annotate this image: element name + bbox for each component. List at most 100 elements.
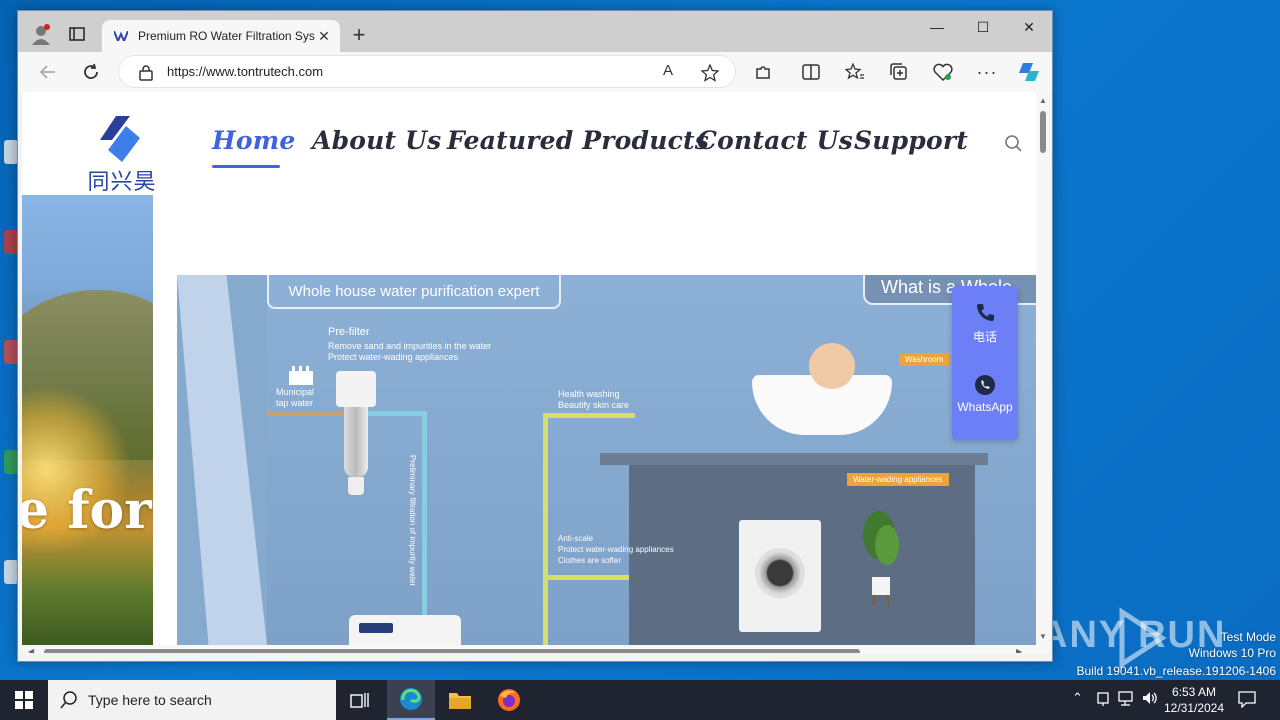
collections-icon[interactable] bbox=[884, 52, 914, 92]
minimize-button[interactable]: — bbox=[914, 11, 960, 43]
edge-taskbar-button[interactable] bbox=[387, 680, 435, 720]
browser-toolbar: https://www.tontrutech.com A ··· bbox=[18, 52, 1052, 92]
lock-icon[interactable] bbox=[139, 65, 153, 81]
municipal-building-icon bbox=[289, 366, 313, 385]
antiscale-line-1: Anti-scale bbox=[558, 534, 594, 543]
new-tab-button[interactable]: + bbox=[348, 22, 370, 47]
blue-pipe-v bbox=[422, 411, 427, 645]
anyrun-logo: ANY RUN bbox=[1040, 606, 1240, 670]
network-device-icon[interactable] bbox=[1096, 690, 1110, 709]
baby-image bbox=[809, 343, 855, 389]
url-text[interactable]: https://www.tontrutech.com bbox=[167, 64, 323, 79]
split-screen-icon[interactable] bbox=[796, 52, 826, 92]
taskbar-search-placeholder: Type here to search bbox=[88, 692, 212, 708]
yellow-pipe-h1 bbox=[543, 413, 635, 418]
back-icon[interactable] bbox=[32, 52, 62, 92]
volume-icon[interactable] bbox=[1142, 690, 1158, 709]
scroll-left-arrow-icon[interactable]: ◀ bbox=[28, 647, 34, 653]
counter-top bbox=[600, 453, 988, 465]
antiscale-line-3: Clothes are softer bbox=[558, 556, 622, 565]
tab-actions-icon bbox=[69, 27, 85, 41]
nav-featured-products[interactable]: Featured Products bbox=[447, 126, 709, 155]
notifications-icon[interactable] bbox=[1238, 690, 1256, 711]
whatsapp-icon bbox=[975, 375, 995, 395]
desktop-icon[interactable] bbox=[4, 230, 18, 254]
file-explorer-taskbar-button[interactable] bbox=[436, 680, 484, 720]
prefilter-line-2: Protect water-wading appliances bbox=[328, 352, 459, 362]
scroll-down-arrow-icon[interactable]: ▼ bbox=[1039, 632, 1047, 641]
search-icon[interactable] bbox=[1004, 134, 1024, 154]
extensions-icon[interactable] bbox=[748, 52, 778, 92]
favorites-icon[interactable] bbox=[840, 52, 870, 92]
nav-support[interactable]: Support bbox=[854, 126, 968, 155]
contact-phone-button[interactable]: 电话 bbox=[952, 302, 1018, 345]
nav-active-underline bbox=[212, 165, 280, 168]
tab-close-icon[interactable]: ✕ bbox=[316, 28, 332, 45]
close-window-button[interactable]: ✕ bbox=[1006, 11, 1052, 43]
scroll-up-arrow-icon[interactable]: ▲ bbox=[1039, 96, 1047, 105]
taskbar-search-box[interactable]: Type here to search bbox=[48, 680, 336, 720]
vertical-scroll-thumb[interactable] bbox=[1040, 111, 1046, 153]
municipal-line-1: Municipal bbox=[276, 387, 315, 397]
contact-whatsapp-label: WhatsApp bbox=[957, 400, 1013, 414]
water-appliances-tag: Water-wading appliances bbox=[847, 473, 949, 486]
more-menu-icon[interactable]: ··· bbox=[972, 52, 1002, 92]
read-aloud-icon[interactable]: A bbox=[663, 62, 673, 79]
task-view-icon bbox=[350, 693, 369, 708]
nav-home[interactable]: Home bbox=[212, 126, 295, 155]
clock-time: 6:53 AM bbox=[1171, 685, 1217, 699]
browser-window: Premium RO Water Filtration Sys ✕ + — ☐ … bbox=[17, 10, 1053, 662]
plant-image bbox=[863, 511, 899, 605]
browser-tab[interactable]: Premium RO Water Filtration Sys ✕ bbox=[102, 20, 340, 52]
municipal-line-2: tap water bbox=[276, 398, 314, 408]
taskbar-clock[interactable]: 6:53 AM 12/31/2024 bbox=[1160, 684, 1228, 716]
banner-edge bbox=[177, 275, 267, 645]
clock-date: 12/31/2024 bbox=[1163, 701, 1225, 715]
ro-unit bbox=[349, 615, 461, 645]
tab-title: Premium RO Water Filtration Sys bbox=[138, 29, 315, 43]
horizontal-scroll-thumb[interactable] bbox=[44, 649, 860, 653]
nav-contact-us[interactable]: Contact Us bbox=[697, 126, 853, 155]
health-line-1: Health washing bbox=[558, 389, 620, 399]
network-icon[interactable] bbox=[1118, 690, 1134, 709]
phone-icon bbox=[977, 304, 994, 321]
profile-button[interactable] bbox=[28, 21, 54, 47]
maximize-button[interactable]: ☐ bbox=[960, 11, 1006, 43]
site-favicon-icon bbox=[114, 31, 128, 41]
banner-tag-left: Whole house water purification expert bbox=[267, 275, 561, 309]
tray-overflow-icon[interactable]: ⌃ bbox=[1072, 690, 1083, 706]
tab-actions-button[interactable] bbox=[66, 23, 88, 45]
prefilter-line-1: Remove sand and impurities in the water bbox=[328, 341, 492, 351]
edge-icon bbox=[400, 688, 422, 710]
prefilter-title: Pre-filter bbox=[328, 326, 370, 338]
vertical-scrollbar[interactable]: ▲ ▼ bbox=[1036, 92, 1050, 645]
copilot-icon[interactable] bbox=[1014, 52, 1044, 92]
task-view-button[interactable] bbox=[336, 680, 384, 720]
antiscale-line-2: Protect water-wading appliances bbox=[558, 545, 674, 554]
washroom-tag: Washroom bbox=[899, 353, 950, 366]
firefox-icon bbox=[498, 689, 520, 711]
horizontal-scrollbar[interactable]: ◀ ▶ bbox=[22, 645, 1050, 653]
browser-essentials-icon[interactable] bbox=[928, 52, 958, 92]
folder-icon bbox=[449, 693, 471, 709]
product-banner: Whole house water purification expert Wh… bbox=[177, 275, 1037, 645]
desktop-icon[interactable] bbox=[4, 340, 18, 364]
address-bar[interactable]: https://www.tontrutech.com A bbox=[118, 55, 736, 88]
hero-headline: e for bbox=[22, 480, 152, 541]
desktop-icon[interactable] bbox=[4, 450, 18, 474]
contact-phone-label: 电话 bbox=[972, 330, 997, 344]
scroll-right-arrow-icon[interactable]: ▶ bbox=[1016, 647, 1022, 653]
refresh-icon[interactable] bbox=[76, 52, 106, 92]
favorite-star-icon[interactable] bbox=[701, 64, 719, 82]
washing-machine-image bbox=[739, 520, 821, 632]
site-logo[interactable]: 同兴昊创 bbox=[80, 112, 164, 227]
yellow-pipe-v bbox=[543, 413, 548, 645]
desktop-icon[interactable] bbox=[4, 140, 18, 164]
start-button[interactable] bbox=[0, 680, 48, 720]
firefox-taskbar-button[interactable] bbox=[485, 680, 533, 720]
nav-about-us[interactable]: About Us bbox=[312, 126, 441, 155]
health-line-2: Beautify skin care bbox=[558, 400, 630, 410]
contact-whatsapp-button[interactable]: WhatsApp bbox=[952, 374, 1018, 414]
desktop-icon[interactable] bbox=[4, 560, 18, 584]
search-icon bbox=[60, 691, 77, 709]
